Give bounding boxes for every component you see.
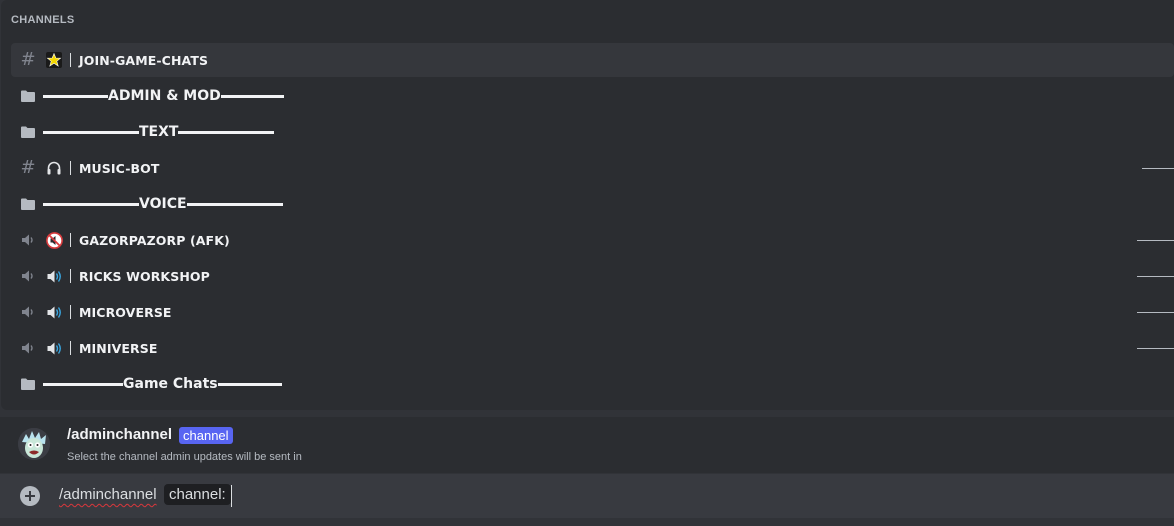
speaker-icon [20,340,36,356]
trailing-line [1137,312,1174,313]
speaker-emoji-icon [45,303,63,321]
hashtag-icon: # [20,49,36,70]
channel-option-admin-mod-category[interactable]: ADMIN & MOD [11,79,1174,113]
command-info-panel: /adminchannel channel Select the channel… [0,417,1174,473]
command-name: /adminchannel [67,426,173,443]
trailing-line [1142,168,1174,169]
channel-label: JOIN-GAME-CHATS [79,52,209,68]
channel-option-text-category[interactable]: TEXT [11,115,1174,149]
category-decor-line [43,130,139,134]
separator [70,305,71,319]
category-decor-line [43,382,123,386]
plus-icon [24,490,36,502]
channel-option-join-game-chats[interactable]: # JOIN-GAME-CHATS [11,43,1174,77]
headphones-emoji-icon [45,159,63,177]
speaker-emoji-icon [45,339,63,357]
channel-option-voice-category[interactable]: VOICE [11,187,1174,221]
channel-option-microverse[interactable]: MICROVERSE [11,295,1174,329]
speaker-icon [20,268,36,284]
speaker-emoji-icon [45,267,63,285]
trailing-line [1137,276,1174,277]
add-attachment-button[interactable] [20,486,40,506]
category-decor-line [43,94,108,98]
speaker-icon [20,304,36,320]
separator [70,233,71,247]
category-decor-line [178,130,275,134]
trailing-line [1137,240,1174,241]
channel-label: MUSIC-BOT [79,160,160,176]
separator [70,161,71,175]
channel-label: GAZORPAZORP (AFK) [79,232,230,248]
separator [70,53,71,67]
category-decor-line [220,94,284,98]
channels-section-header: CHANNELS [11,14,75,26]
channel-autocomplete-popup: CHANNELS # JOIN-GAME-CHATS ADMIN & MOD T… [1,0,1174,410]
category-label: TEXT [139,124,179,140]
option-badge: channel [179,427,233,444]
folder-icon [20,376,36,392]
separator [70,269,71,283]
folder-icon [20,88,36,104]
bot-avatar [18,428,50,460]
command-description: Select the channel admin updates will be… [67,451,302,463]
category-label: ADMIN & MOD [108,88,221,104]
channel-option-gazorpazorp-afk[interactable]: GAZORPAZORP (AFK) [11,223,1174,257]
text-caret [231,485,232,507]
muted-speaker-emoji-icon [45,231,63,249]
channel-option-music-bot[interactable]: # MUSIC-BOT [11,151,1174,185]
channel-option-ricks-workshop[interactable]: RICKS WORKSHOP [11,259,1174,293]
channel-option-miniverse[interactable]: MINIVERSE [11,331,1174,365]
category-label: VOICE [139,196,187,212]
separator [70,341,71,355]
category-decor-line [217,382,282,386]
channel-label: MICROVERSE [79,304,172,320]
star-emoji-icon [45,51,63,69]
category-label: Game Chats [123,376,218,392]
message-input-bar[interactable]: /adminchannel channel: [0,474,1174,518]
folder-icon [20,124,36,140]
hashtag-icon: # [20,157,36,178]
folder-icon [20,196,36,212]
trailing-line [1137,348,1174,349]
command-input-text[interactable]: /adminchannel [59,486,157,503]
speaker-icon [20,232,36,248]
option-pill[interactable]: channel: [164,484,231,505]
channel-label: MINIVERSE [79,340,158,356]
channel-label: RICKS WORKSHOP [79,268,210,284]
category-decor-line [43,202,139,206]
category-decor-line [186,202,283,206]
channel-option-game-chats-category[interactable]: Game Chats [11,367,1174,401]
